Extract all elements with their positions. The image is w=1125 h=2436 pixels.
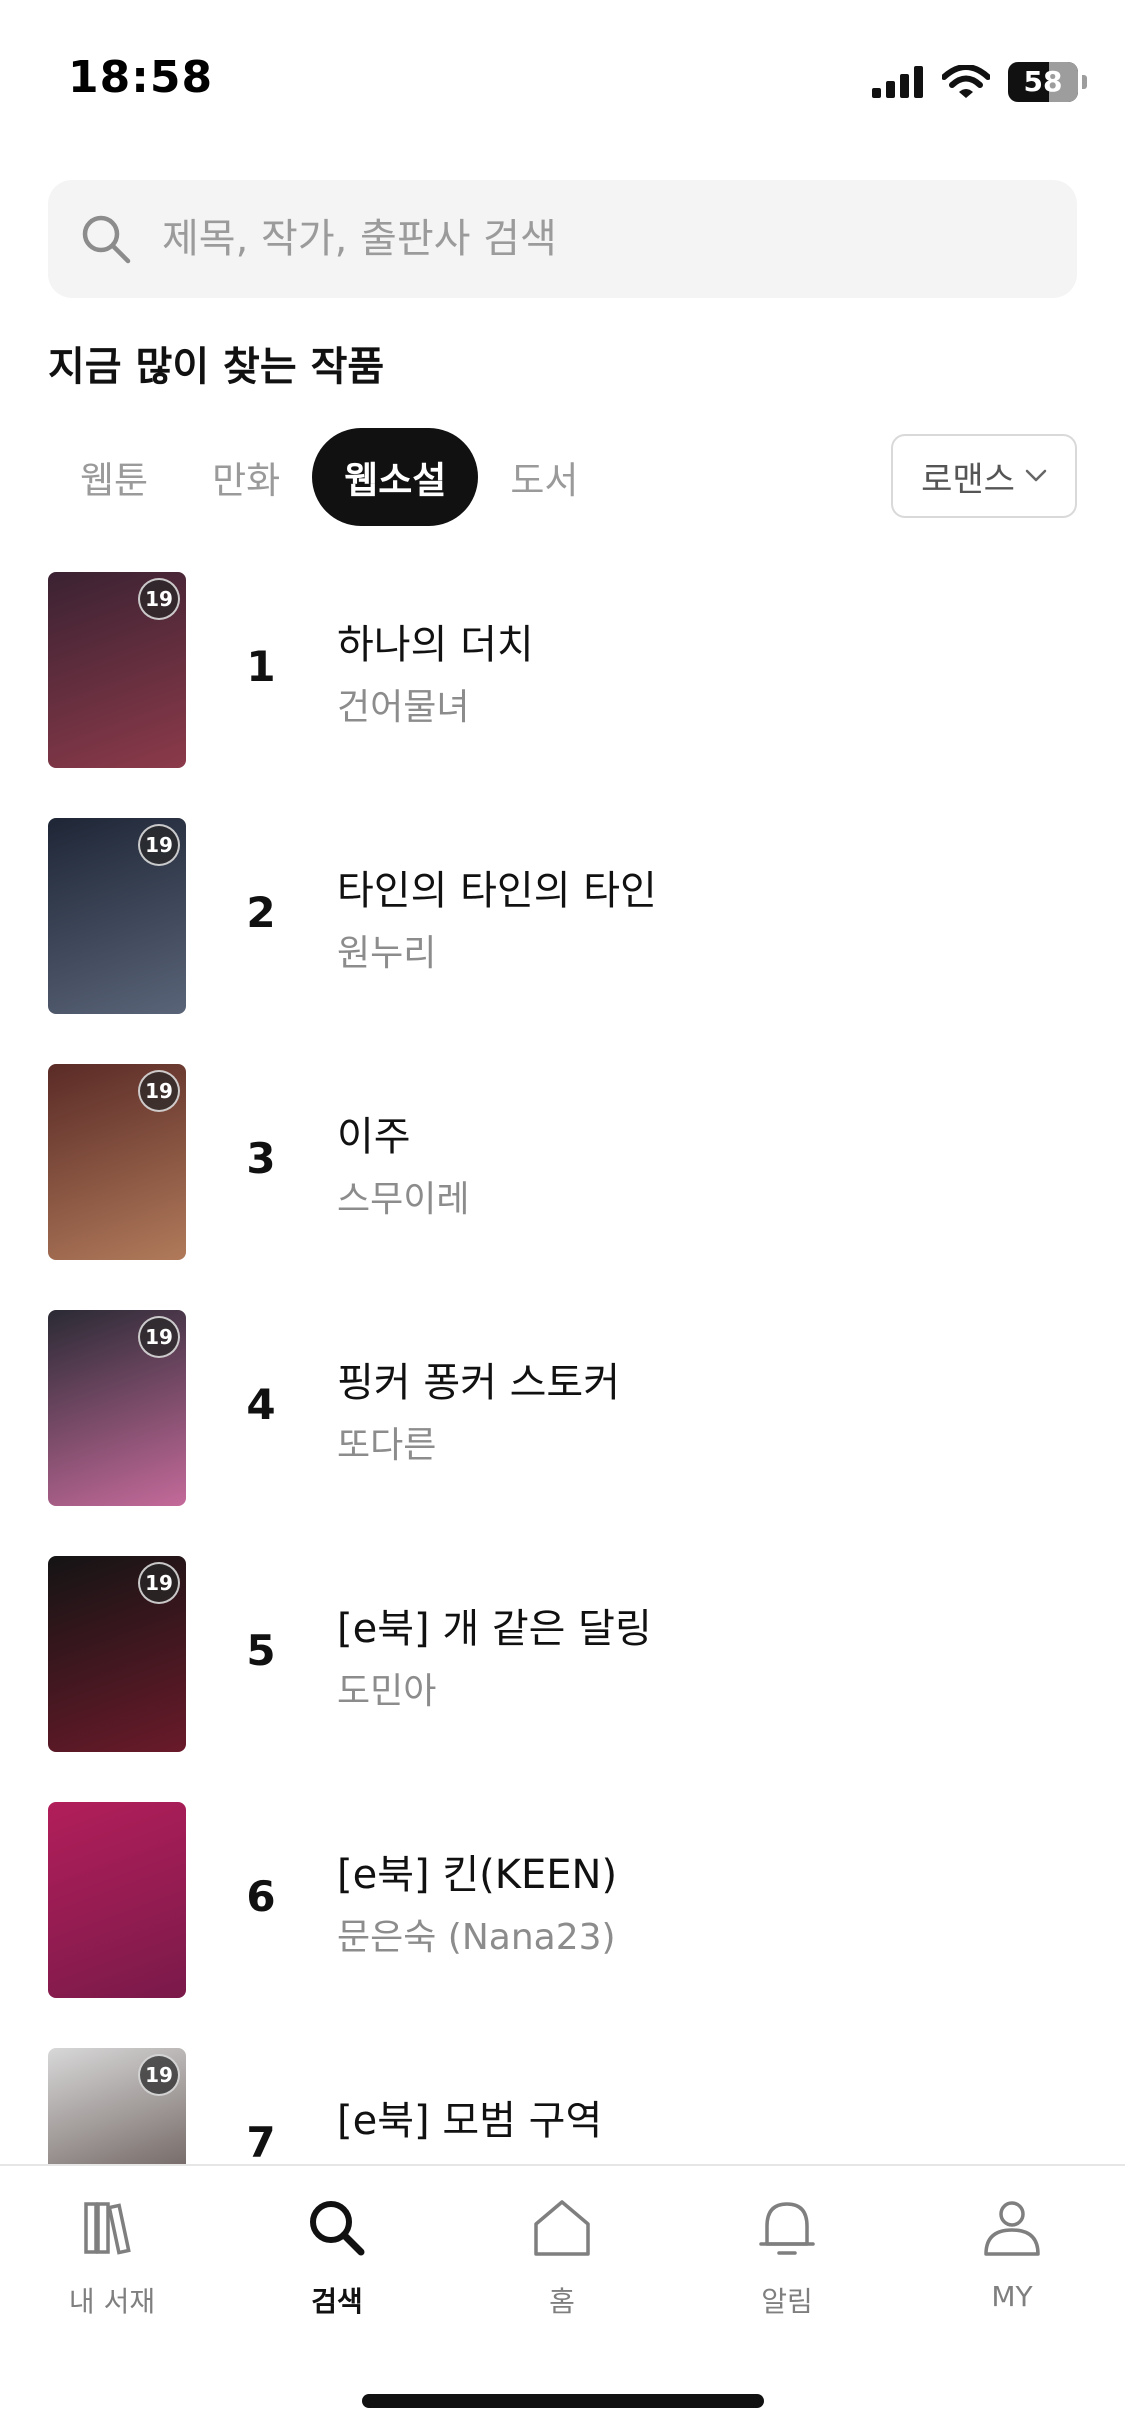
book-author: 원누리 [337,933,437,974]
nav-label-my: MY [991,2280,1033,2313]
battery-percentage: 58 [1023,65,1063,98]
book-author: 문은숙 (Nana23) [337,1917,616,1958]
book-author: 또다른 [337,1425,437,1466]
tab-2[interactable]: 웹소설 [312,428,479,526]
book-title: [e북] 모범 구역 [337,2098,603,2144]
chevron-down-icon [1025,469,1047,482]
bell-icon [759,2202,815,2255]
book-cover[interactable]: 19 [48,1310,186,1506]
rank-number: 2 [246,888,276,937]
age-rating-badge: 19 [138,1070,180,1112]
rank-number: 5 [246,1626,276,1675]
rank-number: 7 [246,2118,276,2164]
book-cover[interactable]: 19 [48,1064,186,1260]
home-icon [534,2200,590,2256]
genre-dropdown[interactable]: 로맨스 [891,434,1077,518]
book-title: [e북] 킨(KEEN) [337,1852,618,1898]
nav-item-library[interactable]: 내 서재 [32,2192,192,2342]
wifi-icon [942,65,990,98]
ranking-item[interactable]: 19 7 [e북] 모범 구역 [0,2046,1125,2164]
book-cover[interactable]: 19 [48,1556,186,1752]
library-icon [84,2202,131,2255]
ranking-item[interactable]: 19 3 이주스무이레 [0,1062,1125,1262]
ranking-item[interactable]: 19 4 핑커 퐁커 스토커또다른 [0,1308,1125,1508]
nav-item-home[interactable]: 홈 [482,2192,642,2342]
book-author: 스무이레 [337,1179,470,1220]
ranking-list: 19 1 하나의 더치 건어물녀 19 2 타인의 타인의 타인 원누리 19 3 이주 스무이레 19… [0,570,1125,2164]
age-rating-badge: 19 [138,824,180,866]
book-title: 하나의 더치 [337,622,534,668]
rank-number: 6 [246,1872,276,1921]
section-title: 지금 많이 찾는 작품 [48,344,385,390]
book-author: 건어물녀 [337,687,470,728]
tab-3[interactable]: 도서 [478,428,610,526]
rank-number: 3 [246,1134,276,1183]
book-title: [e북] 개 같은 달링 [337,1606,652,1652]
search-input[interactable] [162,216,1012,262]
age-rating-badge: 19 [138,578,180,620]
ranking-item[interactable]: 19 5 [e북] 개 같은 달링도민아 [0,1554,1125,1754]
nav-item-notifications[interactable]: 알림 [707,2192,867,2342]
ranking-item[interactable]: 6 [e북] 킨(KEEN) 문은숙 (Nana23) [0,1800,1125,2000]
cellular-signal-icon [872,66,923,98]
book-cover[interactable] [48,1802,186,1998]
search-icon [310,2201,365,2256]
category-tabs: 웹툰 만화 웹소설 도서 [48,428,610,526]
genre-dropdown-label: 로맨스 [921,459,1015,500]
nav-item-search[interactable]: 검색 [257,2192,417,2342]
nav-label-home: 홈 [549,2285,575,2318]
nav-label-notifications: 알림 [761,2285,813,2318]
book-title: 타인의 타인의 타인 [337,868,657,914]
book-cover[interactable]: 19 [48,572,186,768]
age-rating-badge: 19 [138,1562,180,1604]
home-indicator [362,2394,764,2408]
ranking-item[interactable]: 19 2 타인의 타인의 타인원누리 [0,816,1125,1016]
status-icons: 58 [872,60,1087,104]
tab-1[interactable]: 만화 [180,428,312,526]
battery-icon: 58 [1008,62,1078,102]
age-rating-badge: 19 [138,1316,180,1358]
tab-0[interactable]: 웹툰 [48,428,180,526]
rank-number: 1 [246,642,276,691]
book-cover[interactable]: 19 [48,818,186,1014]
status-time: 18:58 [68,52,214,103]
nav-label-search: 검색 [311,2285,363,2318]
user-icon [984,2201,1040,2256]
book-cover[interactable]: 19 [48,2048,186,2164]
age-rating-badge: 19 [138,2054,180,2096]
nav-item-my[interactable]: MY [932,2192,1092,2342]
book-title: 이주 [337,1114,411,1160]
status-bar: 18:58 58 [0,0,1125,160]
search-bar[interactable] [48,180,1077,298]
search-icon [82,215,131,264]
book-author: 도민아 [337,1671,437,1712]
nav-label-library: 내 서재 [68,2285,156,2318]
ranking-item[interactable]: 19 1 하나의 더치건어물녀 [0,570,1125,770]
rank-number: 4 [246,1380,276,1429]
book-title: 핑커 퐁커 스토커 [337,1360,621,1406]
